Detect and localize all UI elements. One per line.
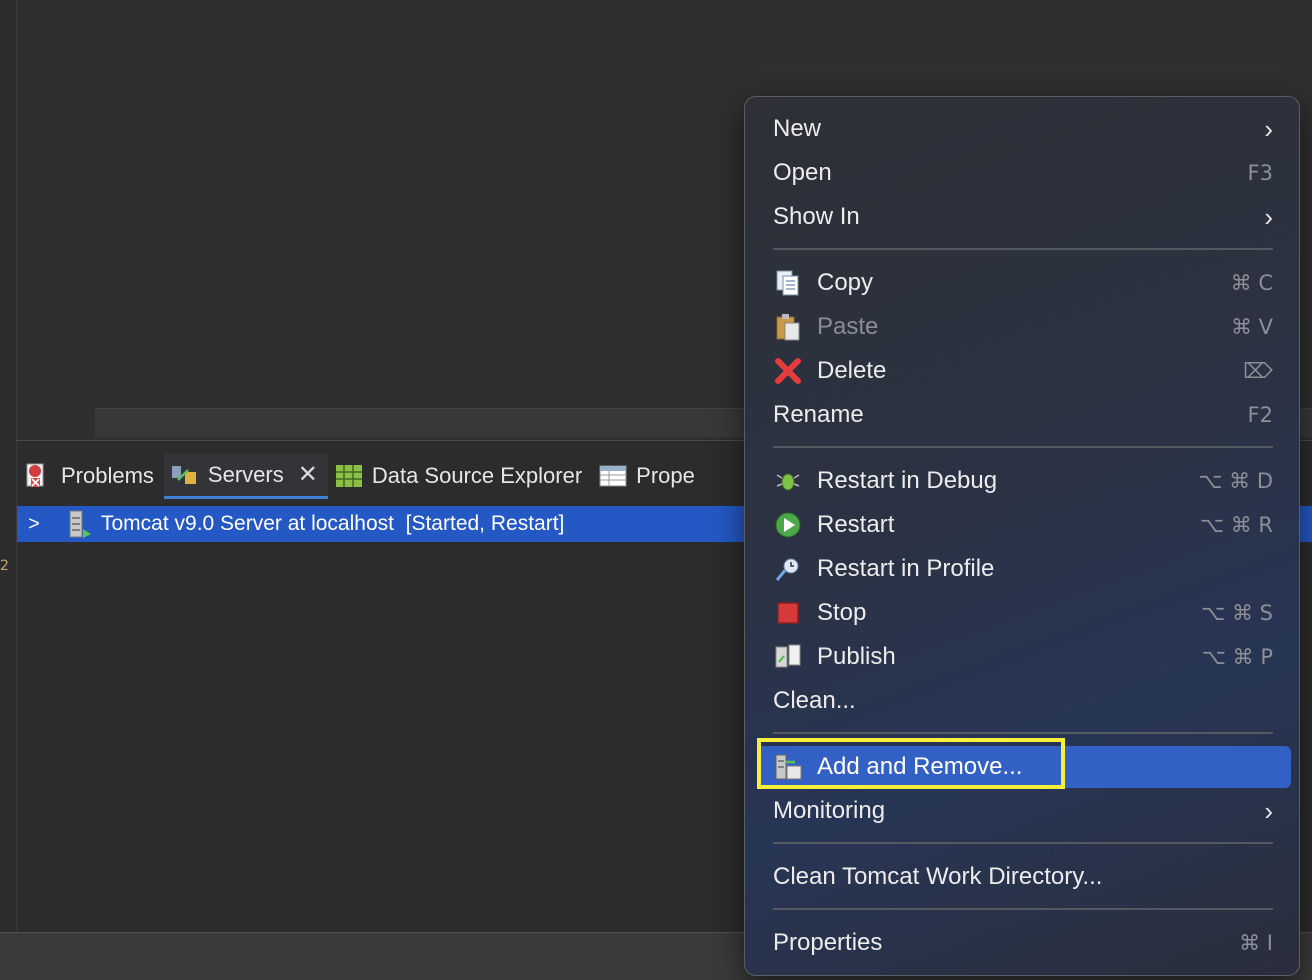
shortcut-publish: ⌥ ⌘ P bbox=[1201, 645, 1273, 669]
menu-item-show-in-label: Show In bbox=[773, 203, 860, 230]
menu-item-stop-label: Stop bbox=[817, 599, 867, 626]
shortcut-stop: ⌥ ⌘ S bbox=[1201, 601, 1273, 625]
menu-item-properties-label: Properties bbox=[773, 929, 883, 956]
menu-item-paste[interactable]: Paste ⌘ V bbox=[773, 307, 1273, 347]
menu-item-new[interactable]: New › bbox=[773, 109, 1273, 149]
stop-icon bbox=[773, 598, 803, 628]
tab-servers-label: Servers bbox=[207, 461, 284, 487]
paste-icon bbox=[773, 312, 803, 342]
tab-properties[interactable]: Prope bbox=[592, 453, 705, 499]
restart-icon bbox=[773, 510, 803, 540]
menu-item-clean-tomcat-label: Clean Tomcat Work Directory... bbox=[773, 863, 1103, 890]
menu-item-new-label: New bbox=[773, 115, 822, 142]
shortcut-restart: ⌥ ⌘ R bbox=[1199, 513, 1273, 537]
shortcut-delete: ⌦ bbox=[1243, 359, 1273, 383]
server-icon bbox=[67, 509, 97, 539]
menu-item-clean[interactable]: Clean... bbox=[773, 681, 1273, 721]
chevron-right-icon: › bbox=[1264, 201, 1273, 232]
menu-item-restart-debug-label: Restart in Debug bbox=[817, 467, 998, 494]
menu-item-open[interactable]: Open F3 bbox=[773, 153, 1273, 193]
menu-item-add-and-remove[interactable]: Add and Remove... bbox=[757, 746, 1291, 788]
delete-icon bbox=[773, 356, 803, 386]
shortcut-rename: F2 bbox=[1247, 403, 1273, 427]
shortcut-properties: ⌘ I bbox=[1239, 931, 1273, 955]
menu-item-clean-tomcat-work-directory[interactable]: Clean Tomcat Work Directory... bbox=[773, 857, 1273, 897]
menu-item-properties[interactable]: Properties ⌘ I bbox=[773, 923, 1273, 963]
menu-separator bbox=[773, 842, 1273, 844]
chevron-right-icon[interactable]: > bbox=[19, 513, 49, 536]
publish-icon bbox=[773, 642, 803, 672]
menu-item-monitoring[interactable]: Monitoring › bbox=[773, 791, 1273, 831]
menu-item-rename-label: Rename bbox=[773, 401, 864, 428]
menu-item-rename[interactable]: Rename F2 bbox=[773, 395, 1273, 435]
menu-item-delete-label: Delete bbox=[817, 357, 887, 384]
close-icon[interactable]: ✕ bbox=[298, 460, 318, 489]
tab-data-source-explorer[interactable]: Data Source Explorer bbox=[328, 453, 592, 499]
problems-icon bbox=[23, 461, 53, 491]
chevron-right-icon: › bbox=[1264, 795, 1273, 826]
menu-item-copy-label: Copy bbox=[817, 269, 874, 296]
menu-item-delete[interactable]: Delete ⌦ bbox=[773, 351, 1273, 391]
ide-window: 2 Problems Servers ✕ Data Source Explore… bbox=[0, 0, 1312, 980]
panel-tabs: Problems Servers ✕ Data Source Explorer … bbox=[17, 453, 705, 499]
menu-item-clean-label: Clean... bbox=[773, 687, 856, 714]
menu-item-copy[interactable]: Copy ⌘ C bbox=[773, 263, 1273, 303]
menu-item-publish-label: Publish bbox=[817, 643, 896, 670]
chevron-right-icon: › bbox=[1264, 113, 1273, 144]
menu-item-restart-label: Restart bbox=[817, 511, 895, 538]
menu-item-show-in[interactable]: Show In › bbox=[773, 197, 1273, 237]
gutter-marker: 2 bbox=[0, 558, 9, 574]
menu-item-open-label: Open bbox=[773, 159, 832, 186]
menu-item-restart[interactable]: Restart ⌥ ⌘ R bbox=[773, 505, 1273, 545]
servers-icon bbox=[170, 460, 200, 490]
shortcut-paste: ⌘ V bbox=[1230, 315, 1273, 339]
menu-separator bbox=[773, 732, 1273, 734]
shortcut-open: F3 bbox=[1247, 161, 1273, 185]
menu-item-paste-label: Paste bbox=[817, 313, 879, 340]
menu-item-monitoring-label: Monitoring bbox=[773, 797, 886, 824]
tab-problems[interactable]: Problems bbox=[17, 453, 164, 499]
tab-problems-label: Problems bbox=[61, 463, 154, 488]
debug-bug-icon bbox=[773, 466, 803, 496]
profile-icon bbox=[773, 554, 803, 584]
menu-separator bbox=[773, 908, 1273, 910]
tab-servers[interactable]: Servers ✕ bbox=[163, 453, 328, 499]
menu-item-publish[interactable]: Publish ⌥ ⌘ P bbox=[773, 637, 1273, 677]
shortcut-copy: ⌘ C bbox=[1230, 271, 1273, 295]
shortcut-restart-debug: ⌥ ⌘ D bbox=[1198, 469, 1273, 493]
menu-separator bbox=[773, 248, 1273, 250]
menu-item-add-and-remove-label: Add and Remove... bbox=[817, 753, 1023, 780]
menu-item-stop[interactable]: Stop ⌥ ⌘ S bbox=[773, 593, 1273, 633]
menu-item-restart-profile-label: Restart in Profile bbox=[817, 555, 995, 582]
left-gutter: 2 bbox=[0, 0, 17, 980]
menu-separator bbox=[773, 446, 1273, 448]
data-source-icon bbox=[334, 461, 364, 491]
menu-item-restart-profile[interactable]: Restart in Profile bbox=[773, 549, 1273, 589]
copy-icon bbox=[773, 268, 803, 298]
tab-properties-label: Prope bbox=[636, 463, 695, 488]
properties-table-icon bbox=[598, 461, 628, 491]
server-row-label: Tomcat v9.0 Server at localhost [Started… bbox=[101, 512, 565, 535]
add-remove-icon bbox=[773, 752, 803, 782]
context-menu: New › Open F3 Show In › Copy ⌘ C Paste ⌘… bbox=[744, 96, 1300, 976]
tab-data-source-label: Data Source Explorer bbox=[371, 463, 583, 488]
menu-item-restart-debug[interactable]: Restart in Debug ⌥ ⌘ D bbox=[773, 461, 1273, 501]
